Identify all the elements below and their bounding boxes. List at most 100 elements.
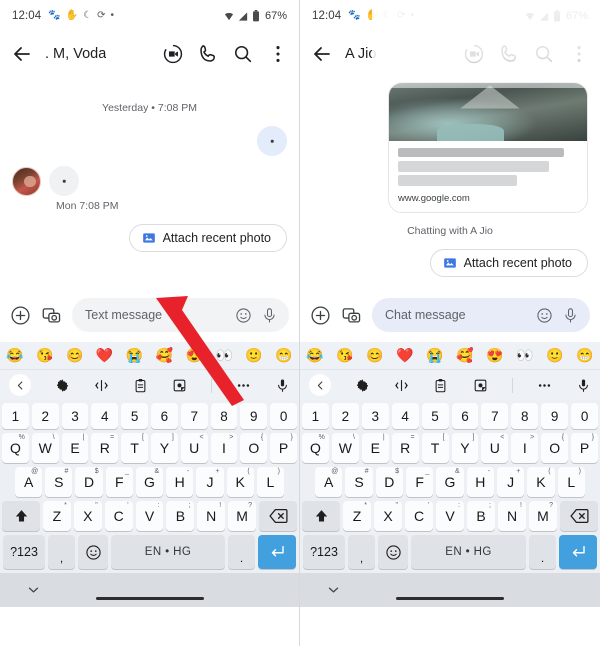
emoji-suggestion[interactable]: 😂 <box>6 347 23 364</box>
shift-key[interactable] <box>302 501 340 531</box>
keyboard-key-rows[interactable]: 1 2 3 4 5 6 7 8 9 0 % Q \ W | E = R [T]… <box>0 400 299 569</box>
back-chevron-icon[interactable] <box>9 374 31 396</box>
key-r[interactable]: = R <box>91 433 119 463</box>
key-y[interactable]: ] Y <box>451 433 479 463</box>
key-q[interactable]: % Q <box>2 433 29 463</box>
video-call-icon[interactable] <box>463 43 485 65</box>
key-b[interactable]: ; B <box>166 501 195 531</box>
message-bubble-outgoing[interactable] <box>257 126 287 156</box>
key-k[interactable]: (K <box>527 467 555 497</box>
emoji-suggestion[interactable]: 😘 <box>336 347 353 364</box>
message-row-outgoing[interactable] <box>0 126 299 156</box>
text-message-input[interactable]: Text message <box>72 298 289 332</box>
backspace-key[interactable] <box>259 501 298 531</box>
key-j[interactable]: + J <box>496 467 525 497</box>
key-d[interactable]: $ D <box>375 467 403 497</box>
emoji-suggestion[interactable]: 👀 <box>516 347 533 364</box>
search-icon[interactable] <box>533 43 555 65</box>
key-7[interactable]: 7 <box>180 403 208 429</box>
emoji-suggestion[interactable]: 😁 <box>275 347 292 364</box>
key-2[interactable]: 2 <box>31 403 59 429</box>
chevron-down-icon[interactable] <box>326 583 341 598</box>
key-z[interactable]: * Z <box>343 501 371 531</box>
microphone-icon[interactable] <box>275 378 290 393</box>
key-w[interactable]: \ W <box>331 433 359 463</box>
key-c[interactable]: ' C <box>405 501 433 531</box>
symbols-key[interactable]: ?123 <box>3 535 45 569</box>
key-i[interactable]: > I <box>511 433 539 463</box>
key-q[interactable]: % Q <box>301 433 329 463</box>
comma-key[interactable]: , <box>348 535 375 569</box>
key-v[interactable]: :V <box>135 501 164 531</box>
microphone-icon[interactable] <box>261 307 278 324</box>
emoji-suggestion[interactable]: 🙂 <box>245 347 262 364</box>
emoji-smile-icon[interactable] <box>235 307 252 324</box>
key-0[interactable]: 0 <box>270 403 297 429</box>
back-arrow-icon[interactable] <box>10 42 34 66</box>
key-p[interactable]: } P <box>571 433 599 463</box>
key-i[interactable]: > I <box>210 433 238 463</box>
backspace-key[interactable] <box>560 501 598 531</box>
clipboard-icon[interactable] <box>433 378 448 393</box>
attach-recent-photo-chip[interactable]: Attach recent photo <box>128 224 287 252</box>
clipboard-icon[interactable] <box>133 378 148 393</box>
space-key[interactable]: EN • HG <box>411 535 526 569</box>
key-t[interactable]: [T <box>421 433 449 463</box>
space-key[interactable]: EN • HG <box>111 535 225 569</box>
key-9[interactable]: 9 <box>541 403 569 429</box>
link-preview-card[interactable]: www.google.com <box>388 82 588 213</box>
key-w[interactable]: \ W <box>31 433 59 463</box>
key-f[interactable]: _ F <box>105 467 133 497</box>
key-a[interactable]: @ A <box>15 467 43 497</box>
emoji-suggestion[interactable]: 😭 <box>426 347 443 364</box>
chevron-down-icon[interactable] <box>26 583 41 598</box>
key-m[interactable]: ? M <box>228 501 257 531</box>
key-e[interactable]: | E <box>61 433 89 463</box>
key-e[interactable]: | E <box>361 433 389 463</box>
key-5[interactable]: 5 <box>121 403 148 429</box>
emoji-suggestion[interactable]: 😭 <box>126 347 143 364</box>
message-bubble-incoming[interactable] <box>49 166 79 196</box>
emoji-suggestion-strip[interactable]: 😂 😘 😊 ❤️ 😭 🥰 😍 👀 🙂 😁 <box>0 342 299 370</box>
key-d[interactable]: $ D <box>75 467 103 497</box>
plus-circle-icon[interactable] <box>10 305 31 326</box>
emoji-suggestion[interactable]: 😊 <box>66 347 83 364</box>
on-screen-keyboard[interactable]: 😂 😘 😊 ❤️ 😭 🥰 😍 👀 🙂 😁 1 2 3 4 5 6 7 8 9 0… <box>300 342 600 607</box>
key-l[interactable]: ) L <box>557 467 585 497</box>
more-options-icon[interactable] <box>537 378 552 393</box>
key-z[interactable]: * Z <box>43 501 71 531</box>
keyboard-toolbar[interactable] <box>300 370 600 400</box>
key-k[interactable]: (K <box>226 467 254 497</box>
conversation-thread[interactable]: Yesterday • 7:08 PM Mon 7:08 PM Attach r… <box>0 76 299 290</box>
overflow-menu-icon[interactable] <box>267 43 289 65</box>
key-r[interactable]: = R <box>391 433 419 463</box>
emoji-suggestion[interactable]: 😍 <box>486 347 503 364</box>
key-y[interactable]: ] Y <box>151 433 178 463</box>
key-a[interactable]: @ A <box>315 467 343 497</box>
gear-icon[interactable] <box>55 378 70 393</box>
key-6[interactable]: 6 <box>151 403 178 429</box>
emoji-suggestion[interactable]: ❤️ <box>396 347 413 364</box>
conversation-thread[interactable]: www.google.com Chatting with A Jio Attac… <box>300 76 600 290</box>
emoji-key-icon[interactable] <box>378 535 408 569</box>
key-s[interactable]: # S <box>45 467 73 497</box>
key-s[interactable]: # S <box>345 467 373 497</box>
conversation-title[interactable]: A Jio <box>345 46 376 62</box>
chat-message-input[interactable]: Chat message <box>372 298 590 332</box>
gear-icon[interactable] <box>355 378 370 393</box>
emoji-suggestion[interactable]: 😊 <box>366 347 383 364</box>
key-v[interactable]: :V <box>436 501 464 531</box>
emoji-suggestion[interactable]: 😂 <box>306 347 323 364</box>
key-n[interactable]: ! N <box>197 501 226 531</box>
period-key[interactable]: . <box>529 535 556 569</box>
key-1[interactable]: 1 <box>301 403 329 429</box>
search-icon[interactable] <box>232 43 254 65</box>
period-key[interactable]: . <box>228 535 255 569</box>
key-6[interactable]: 6 <box>451 403 479 429</box>
photo-camera-icon[interactable] <box>41 305 62 326</box>
key-4[interactable]: 4 <box>91 403 119 429</box>
sticker-icon[interactable] <box>172 378 187 393</box>
text-cursor-move-icon[interactable] <box>94 378 109 393</box>
key-7[interactable]: 7 <box>481 403 509 429</box>
enter-key[interactable] <box>258 535 296 569</box>
